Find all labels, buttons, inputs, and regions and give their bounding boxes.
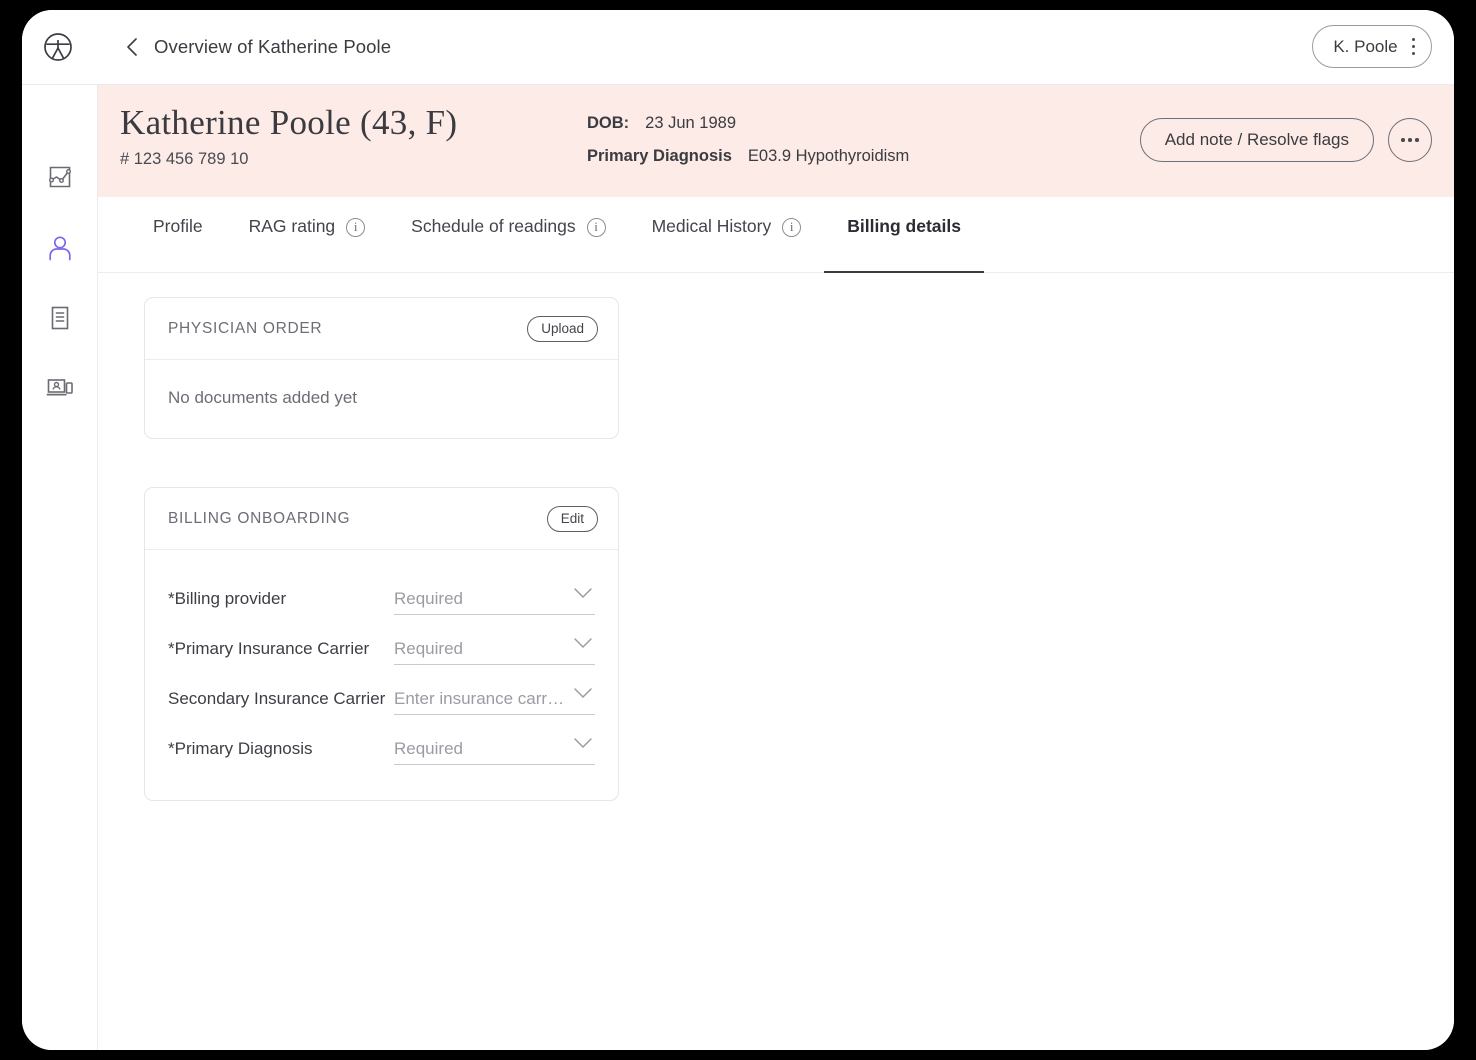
form-row-billing-provider: *Billing provider Required [168,574,595,624]
form-row-primary-insurance-carrier: *Primary Insurance Carrier Required [168,624,595,674]
billing-provider-select[interactable]: Required [394,583,595,615]
chevron-down-icon [573,587,593,605]
sidebar-item-analytics[interactable] [22,145,98,215]
main-content: PHYSICIAN ORDER Upload No documents adde… [98,273,1454,1050]
primary-diagnosis-select[interactable]: Required [394,733,595,765]
person-icon [46,234,74,267]
sidebar-item-patients[interactable] [22,215,98,285]
form-row-secondary-insurance-carrier: Secondary Insurance Carrier Enter insura… [168,674,595,724]
primary-diagnosis-label: Primary Diagnosis [587,146,732,165]
tab-bar: Profile RAG rating i Schedule of reading… [98,197,1454,273]
tab-rag-rating[interactable]: RAG rating i [226,197,389,273]
chevron-down-icon [573,737,593,755]
dob-value: 23 Jun 1989 [645,114,737,132]
sidebar [22,85,98,1050]
tab-label: Schedule of readings [411,216,576,237]
tab-profile[interactable]: Profile [130,197,226,273]
tab-schedule-of-readings[interactable]: Schedule of readings i [388,197,628,273]
breadcrumb: Overview of Katherine Poole [154,36,392,57]
user-chip-label: K. Poole [1333,36,1398,56]
primary-insurance-carrier-placeholder: Required [394,638,463,658]
billing-provider-placeholder: Required [394,588,463,608]
secondary-insurance-carrier-label: Secondary Insurance Carrier [168,689,386,708]
form-row-primary-diagnosis: *Primary Diagnosis Required [168,724,595,774]
document-icon [47,305,73,336]
tab-label: Profile [153,216,203,237]
chevron-down-icon [573,687,593,705]
upload-button[interactable]: Upload [527,315,598,342]
edit-button[interactable]: Edit [546,505,598,532]
tab-label: Medical History [651,216,772,237]
sidebar-item-telehealth[interactable] [22,355,98,425]
more-options-button[interactable] [1388,118,1432,162]
chevron-left-icon[interactable] [122,35,142,59]
secondary-insurance-carrier-placeholder: Enter insurance carr… [394,688,562,708]
billing-onboarding-title: BILLING ONBOARDING [168,509,351,527]
physician-order-card: PHYSICIAN ORDER Upload No documents adde… [144,297,619,439]
top-bar: Overview of Katherine Poole K. Poole [22,10,1454,85]
app-window: Overview of Katherine Poole K. Poole Kat… [22,10,1454,1050]
billing-onboarding-header: BILLING ONBOARDING Edit [145,488,618,550]
physician-order-title: PHYSICIAN ORDER [168,319,323,337]
add-note-resolve-flags-button[interactable]: Add note / Resolve flags [1139,118,1374,162]
banner-actions: Add note / Resolve flags [1139,118,1432,162]
billing-onboarding-card: BILLING ONBOARDING Edit *Billing provide… [144,487,619,801]
primary-insurance-carrier-label: *Primary Insurance Carrier [168,639,370,658]
billing-onboarding-body: *Billing provider Required *Primary Insu… [145,550,618,800]
analytics-chart-icon [47,165,73,196]
circle-person-logo-icon [36,25,80,69]
primary-diagnosis-field-label: *Primary Diagnosis [168,739,313,758]
primary-diagnosis-value: E03.9 Hypothyroidism [747,146,910,165]
tab-billing-details[interactable]: Billing details [824,197,984,273]
secondary-insurance-carrier-select[interactable]: Enter insurance carr… [394,683,595,715]
chevron-down-icon [573,637,593,655]
meta-row-diagnosis: Primary Diagnosis E03.9 Hypothyroidism [587,146,910,165]
dob-label: DOB: [587,114,630,132]
billing-provider-label: *Billing provider [168,589,287,608]
info-icon[interactable]: i [346,217,366,237]
telehealth-monitor-icon [46,375,74,406]
tab-label: RAG rating [248,216,336,237]
info-icon[interactable]: i [586,217,606,237]
physician-order-header: PHYSICIAN ORDER Upload [145,298,618,360]
empty-state-text: No documents added yet [168,388,358,407]
physician-order-body: No documents added yet [145,360,618,438]
primary-diagnosis-placeholder: Required [394,738,463,758]
tab-medical-history[interactable]: Medical History i [629,197,825,273]
patient-meta: DOB: 23 Jun 1989 Primary Diagnosis E03.9… [587,115,909,180]
tab-label: Billing details [847,216,961,237]
sidebar-item-documents[interactable] [22,285,98,355]
meta-row-dob: DOB: 23 Jun 1989 [587,115,909,132]
patient-banner: Katherine Poole (43, F) # 123 456 789 10… [98,85,1454,197]
user-menu-button[interactable]: K. Poole [1312,25,1432,68]
primary-insurance-carrier-select[interactable]: Required [394,633,595,665]
info-icon[interactable]: i [782,217,802,237]
vertical-dots-icon [1411,37,1415,56]
